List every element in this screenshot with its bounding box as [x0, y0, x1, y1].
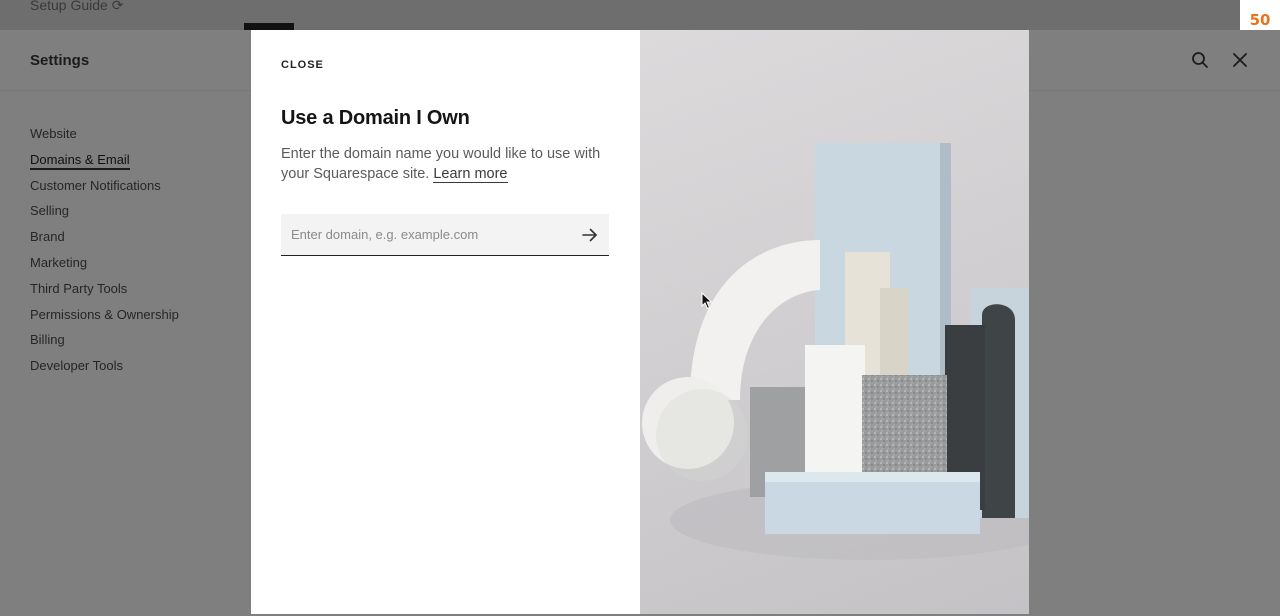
learn-more-link[interactable]: Learn more — [433, 166, 508, 183]
nav-item-brand[interactable]: Brand — [30, 227, 179, 253]
nav-item-third-party-tools[interactable]: Third Party Tools — [30, 279, 179, 305]
domain-input-group — [281, 214, 609, 256]
nav-item-selling[interactable]: Selling — [30, 201, 179, 227]
mouse-cursor-icon — [701, 292, 713, 310]
modal-close-button[interactable]: CLOSE — [281, 59, 324, 71]
close-icon[interactable] — [1230, 50, 1250, 70]
top-bar: Setup Guide ⟳ — [0, 0, 1280, 30]
nav-item-developer-tools[interactable]: Developer Tools — [30, 356, 179, 382]
setup-guide-link[interactable]: Setup Guide ⟳ — [30, 0, 123, 14]
modal-content: CLOSE Use a Domain I Own Enter the domai… — [251, 30, 640, 614]
settings-nav: Website Domains & Email Customer Notific… — [30, 124, 179, 382]
setup-guide-icon: ⟳ — [111, 0, 124, 13]
nav-item-customer-notifications[interactable]: Customer Notifications — [30, 176, 179, 202]
top-bar-button[interactable] — [244, 23, 294, 30]
settings-title: Settings — [30, 52, 90, 69]
sculpture-illustration — [642, 143, 1029, 560]
nav-item-billing[interactable]: Billing — [30, 330, 179, 356]
modal-title: Use a Domain I Own — [281, 107, 470, 129]
nav-item-marketing[interactable]: Marketing — [30, 253, 179, 279]
modal-description: Enter the domain name you would like to … — [281, 144, 621, 184]
nav-item-permissions-ownership[interactable]: Permissions & Ownership — [30, 305, 179, 331]
domain-input[interactable] — [281, 214, 571, 255]
extension-badge-text: 50 — [1249, 11, 1271, 29]
arrow-right-icon — [582, 228, 597, 241]
submit-domain-button[interactable] — [571, 214, 609, 255]
search-icon[interactable] — [1190, 50, 1210, 70]
nav-item-domains-email[interactable]: Domains & Email — [30, 150, 179, 176]
setup-guide-label: Setup Guide — [30, 0, 108, 13]
panel-header-actions — [1190, 50, 1250, 70]
use-domain-modal: CLOSE Use a Domain I Own Enter the domai… — [251, 30, 1029, 614]
modal-illustration — [640, 30, 1029, 614]
nav-item-website[interactable]: Website — [30, 124, 179, 150]
